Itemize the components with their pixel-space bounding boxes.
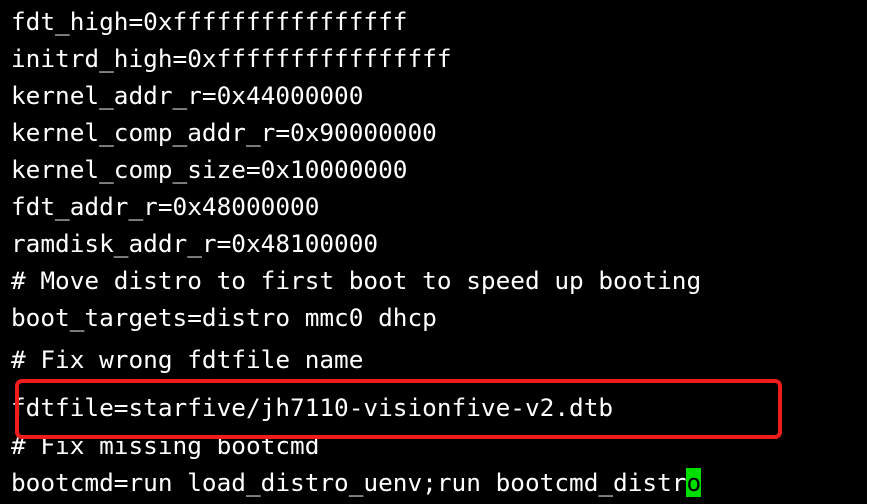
terminal-line: kernel_addr_r=0x44000000 xyxy=(11,81,364,110)
terminal-line-highlighted: fdtfile=starfive/jh7110-visionfive-v2.dt… xyxy=(11,393,614,422)
terminal-line: fdt_high=0xffffffffffffffff xyxy=(11,7,408,36)
terminal-window[interactable]: fdt_high=0xffffffffffffffff initrd_high=… xyxy=(0,0,867,504)
terminal-line-text: bootcmd=run load_distro_uenv;run bootcmd… xyxy=(11,468,687,497)
terminal-line: boot_targets=distro mmc0 dhcp xyxy=(11,303,437,332)
terminal-line: ramdisk_addr_r=0x48100000 xyxy=(11,229,379,258)
terminal-line: kernel_comp_addr_r=0x90000000 xyxy=(11,118,437,147)
terminal-line: # Move distro to first boot to speed up … xyxy=(11,266,702,295)
page-margin xyxy=(867,0,871,504)
terminal-prompt-line[interactable]: bootcmd=run load_distro_uenv;run bootcmd… xyxy=(11,464,702,501)
terminal-line: # Fix missing bootcmd xyxy=(11,431,320,460)
terminal-line: fdt_addr_r=0x48000000 xyxy=(11,192,320,221)
terminal-line: # Fix wrong fdtfile name xyxy=(11,345,364,374)
terminal-line: kernel_comp_size=0x10000000 xyxy=(11,155,408,184)
text-cursor: o xyxy=(686,468,702,497)
terminal-line: initrd_high=0xffffffffffffffff xyxy=(11,44,452,73)
